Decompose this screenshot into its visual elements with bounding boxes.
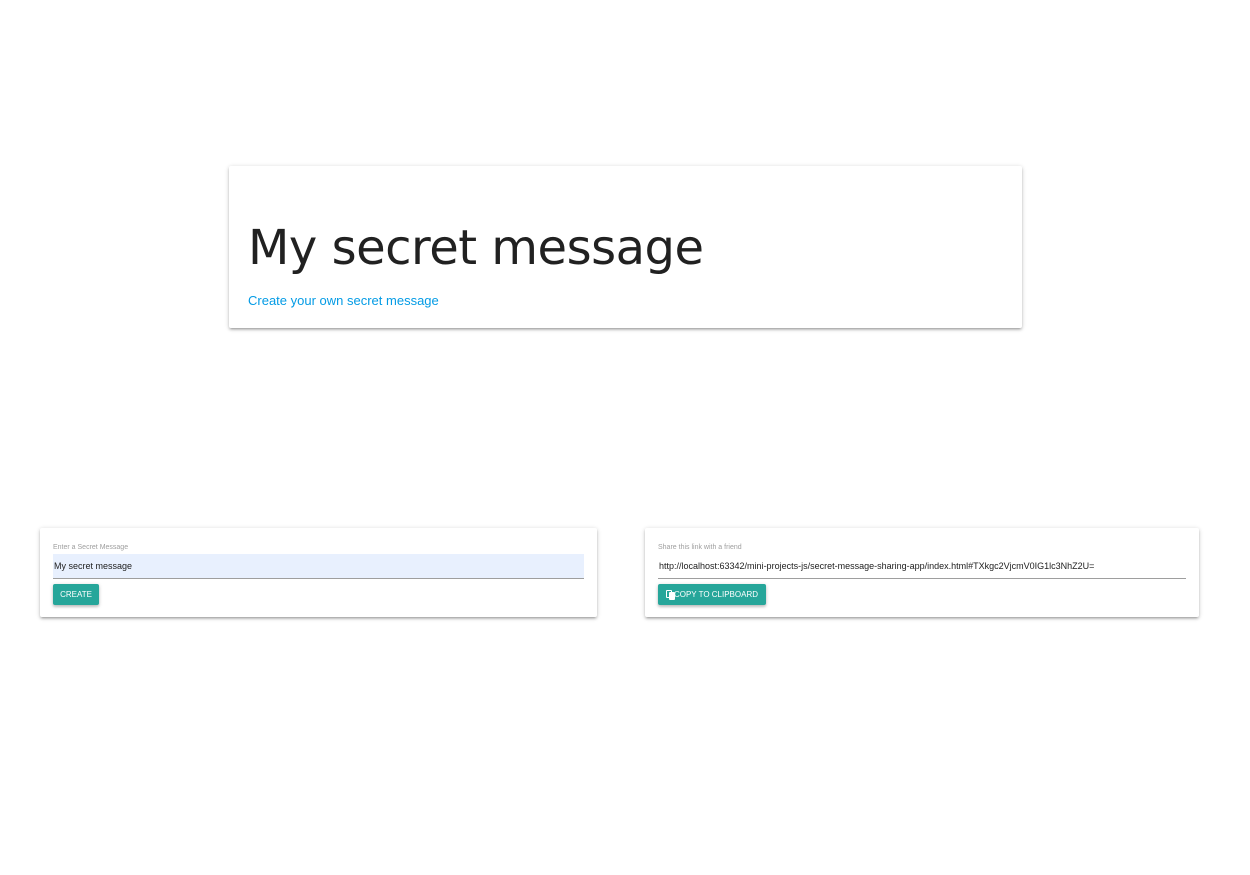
share-link-card: Share this link with a friend COPY TO CL… [645,528,1199,617]
create-message-card: Enter a Secret Message CREATE [40,528,597,617]
message-display-card: My secret message Create your own secret… [229,166,1022,328]
message-input-label: Enter a Secret Message [53,544,129,551]
create-button[interactable]: CREATE [53,584,99,605]
copy-to-clipboard-button[interactable]: COPY TO CLIPBOARD [658,584,766,605]
secret-message-heading: My secret message [248,220,704,276]
create-own-message-link[interactable]: Create your own secret message [248,293,439,308]
message-input[interactable] [53,554,584,579]
create-button-label: CREATE [60,590,92,599]
copy-icon [666,589,675,600]
share-link-label: Share this link with a friend [658,544,742,551]
share-link-input[interactable] [658,554,1186,579]
copy-button-label: COPY TO CLIPBOARD [673,590,758,599]
